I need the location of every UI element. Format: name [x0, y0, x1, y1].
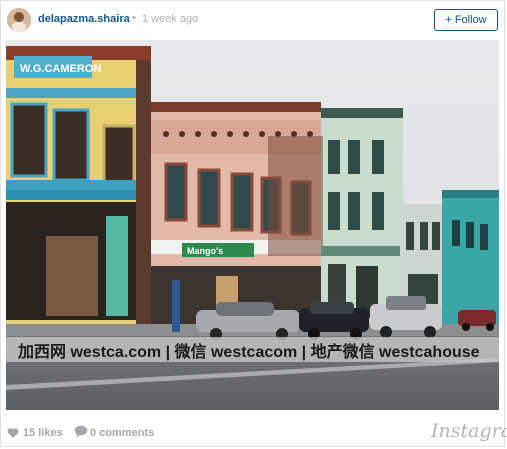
store-sign-mango: Mango's [187, 246, 223, 256]
post-header: delapazma.shaira • 1 week ago + Follow [1, 1, 506, 39]
follow-button[interactable]: + Follow [434, 9, 498, 31]
separator-dot: • [132, 12, 136, 24]
instagram-logo[interactable]: Instagram [431, 420, 507, 442]
post-timestamp[interactable]: 1 week ago [142, 13, 198, 25]
watermark-text: 加西网 westca.com | 微信 westcacom | 地产微信 wes… [18, 343, 480, 361]
instagram-post-card: delapazma.shaira • 1 week ago + Follow W… [0, 0, 507, 448]
store-sign-left: W.G.CAMERON [20, 63, 101, 75]
watermark-banner: 加西网 westca.com | 微信 westcacom | 地产微信 wes… [6, 337, 499, 362]
avatar[interactable] [7, 8, 31, 32]
follow-button-label: + Follow [445, 14, 487, 26]
username-link[interactable]: delapazma.shaira [38, 13, 130, 25]
speech-bubble-icon[interactable] [74, 425, 88, 443]
heart-icon[interactable] [7, 426, 19, 444]
post-photo[interactable]: W.G.CAMERON Mango's 加西网 westca.com | 微信 … [6, 40, 499, 410]
comments-count[interactable]: 0 comments [90, 427, 154, 439]
post-footer: 15 likes 0 comments Instagram [1, 416, 507, 448]
likes-count[interactable]: 15 likes [23, 427, 63, 439]
